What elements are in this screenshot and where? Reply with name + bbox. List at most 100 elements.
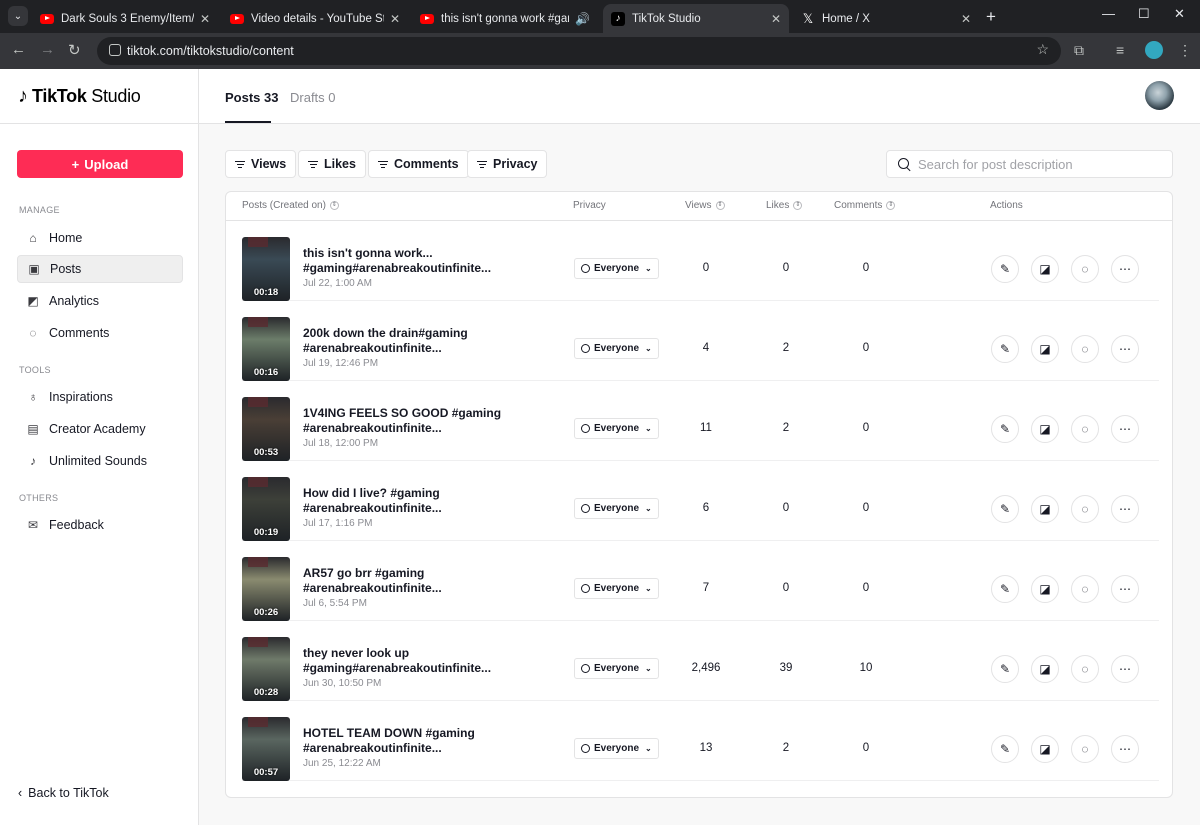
close-tab-icon[interactable]: ✕ [390,12,400,26]
comment-bubble-icon[interactable]: ◌ [1071,655,1099,683]
sidebar-item-feedback[interactable]: ✉ Feedback [17,511,183,539]
forward-arrow-icon[interactable]: → [40,41,55,58]
analytics-chart-icon[interactable]: ◪ [1031,495,1059,523]
analytics-chart-icon[interactable]: ◪ [1031,575,1059,603]
new-tab-icon[interactable]: + [986,7,996,27]
search-input[interactable] [918,156,1163,173]
browser-profile-avatar[interactable] [1145,41,1163,59]
sidebar-item-home[interactable]: ⌂ Home [17,224,183,252]
video-thumbnail[interactable]: 00:16 [242,317,290,381]
more-options-icon[interactable]: ⋯ [1111,735,1139,763]
url-text[interactable]: tiktok.com/tiktokstudio/content [127,44,294,58]
tab-drafts[interactable]: Drafts 0 [290,90,336,105]
tab-search-dropdown-icon[interactable]: ⌄ [8,6,28,26]
post-title[interactable]: this isn't gonna work... #gaming#arenabr… [303,246,503,275]
upload-button[interactable]: + Upload [17,150,183,178]
reload-icon[interactable]: ↻ [68,41,81,59]
more-options-icon[interactable]: ⋯ [1111,575,1139,603]
site-info-icon[interactable] [109,44,121,56]
sidebar-item-analytics[interactable]: ◩ Analytics [17,287,183,315]
post-title[interactable]: 200k down the drain#gaming #arenabreakou… [303,326,503,355]
filter-likes-button[interactable]: Likes [298,150,366,178]
bookmark-star-icon[interactable]: ☆ [1036,41,1049,58]
edit-pencil-icon[interactable]: ✎ [991,255,1019,283]
browser-tab-5[interactable]: 𝕏 Home / X ✕ [793,4,979,33]
comment-bubble-icon[interactable]: ◌ [1071,415,1099,443]
back-arrow-icon[interactable]: ← [11,41,26,58]
analytics-chart-icon[interactable]: ◪ [1031,735,1059,763]
post-title[interactable]: they never look up #gaming#arenabreakout… [303,646,503,675]
browser-tab-2[interactable]: Video details - YouTube Studio ✕ [222,4,408,33]
filter-comments-button[interactable]: Comments [368,150,469,178]
sidebar-item-posts[interactable]: ▣ Posts [17,255,183,283]
extensions-icon[interactable]: ⧉ [1074,42,1084,59]
table-row[interactable]: 00:57 HOTEL TEAM DOWN #gaming #arenabreak… [242,701,1159,781]
browser-menu-icon[interactable]: ⋮ [1178,42,1192,59]
edit-pencil-icon[interactable]: ✎ [991,495,1019,523]
edit-pencil-icon[interactable]: ✎ [991,415,1019,443]
tiktok-studio-logo[interactable]: ♪ TikTok Studio [18,85,141,108]
close-tab-icon[interactable]: ✕ [200,12,210,26]
post-title[interactable]: AR57 go brr #gaming #arenabreakoutinfini… [303,566,503,595]
table-row[interactable]: 00:19 How did I live? #gaming #arenabreak… [242,461,1159,541]
analytics-chart-icon[interactable]: ◪ [1031,415,1059,443]
sidebar-item-inspirations[interactable]: ♁ Inspirations [17,383,183,411]
tab-posts[interactable]: Posts 33 [225,90,278,105]
browser-tab-1[interactable]: Dark Souls 3 Enemy/Item/Fog Gate ✕ [32,4,218,33]
filter-privacy-button[interactable]: Privacy [467,150,548,178]
sidebar-item-unlimited-sounds[interactable]: ♪ Unlimited Sounds [17,447,183,475]
comment-bubble-icon[interactable]: ◌ [1071,335,1099,363]
column-header-comments[interactable]: Comments ⇕ [834,200,896,211]
video-thumbnail[interactable]: 00:57 [242,717,290,781]
edit-pencil-icon[interactable]: ✎ [991,335,1019,363]
column-header-posts[interactable]: Posts (Created on) ⇕ [242,200,339,211]
more-options-icon[interactable]: ⋯ [1111,655,1139,683]
comment-bubble-icon[interactable]: ◌ [1071,495,1099,523]
privacy-dropdown[interactable]: Everyone ⌄ [574,578,659,599]
media-controls-icon[interactable]: ≡ [1116,42,1124,58]
sidebar-item-creator-academy[interactable]: ▤ Creator Academy [17,415,183,443]
more-options-icon[interactable]: ⋯ [1111,495,1139,523]
more-options-icon[interactable]: ⋯ [1111,335,1139,363]
table-row[interactable]: 00:16 200k down the drain#gaming #arenabr… [242,301,1159,381]
filter-views-button[interactable]: Views [225,150,297,178]
more-options-icon[interactable]: ⋯ [1111,415,1139,443]
privacy-dropdown[interactable]: Everyone ⌄ [574,418,659,439]
edit-pencil-icon[interactable]: ✎ [991,735,1019,763]
close-tab-icon[interactable]: ✕ [771,12,781,26]
column-header-likes[interactable]: Likes ⇕ [766,200,803,211]
more-options-icon[interactable]: ⋯ [1111,255,1139,283]
comment-bubble-icon[interactable]: ◌ [1071,735,1099,763]
video-thumbnail[interactable]: 00:28 [242,637,290,701]
address-bar[interactable]: tiktok.com/tiktokstudio/content ☆ [97,37,1061,65]
close-window-icon[interactable]: ✕ [1174,6,1185,22]
maximize-icon[interactable]: ☐ [1138,6,1150,22]
table-row[interactable]: 00:28 they never look up #gaming#arenabre… [242,621,1159,701]
video-thumbnail[interactable]: 00:53 [242,397,290,461]
privacy-dropdown[interactable]: Everyone ⌄ [574,258,659,279]
analytics-chart-icon[interactable]: ◪ [1031,335,1059,363]
sidebar-item-comments[interactable]: ◌ Comments [17,319,183,347]
privacy-dropdown[interactable]: Everyone ⌄ [574,498,659,519]
analytics-chart-icon[interactable]: ◪ [1031,655,1059,683]
back-to-tiktok-link[interactable]: ‹ Back to TikTok [18,786,109,800]
minimize-icon[interactable]: — [1102,6,1115,21]
user-avatar[interactable] [1145,81,1174,110]
video-thumbnail[interactable]: 00:26 [242,557,290,621]
video-thumbnail[interactable]: 00:19 [242,477,290,541]
column-header-views[interactable]: Views ⇕ [685,200,725,211]
post-title[interactable]: How did I live? #gaming #arenabreakoutin… [303,486,503,515]
browser-tab-3[interactable]: this isn't gonna work #gaming 🔊 [412,4,598,33]
edit-pencil-icon[interactable]: ✎ [991,575,1019,603]
table-row[interactable]: 00:18 this isn't gonna work... #gaming#ar… [242,221,1159,301]
speaker-icon[interactable]: 🔊 [575,12,590,26]
post-title[interactable]: HOTEL TEAM DOWN #gaming #arenabreakoutin… [303,726,503,755]
privacy-dropdown[interactable]: Everyone ⌄ [574,738,659,759]
browser-tab-4[interactable]: ♪ TikTok Studio ✕ [603,4,789,33]
table-row[interactable]: 00:26 AR57 go brr #gaming #arenabreakouti… [242,541,1159,621]
privacy-dropdown[interactable]: Everyone ⌄ [574,658,659,679]
analytics-chart-icon[interactable]: ◪ [1031,255,1059,283]
post-title[interactable]: 1V4ING FEELS SO GOOD #gaming #arenabreak… [303,406,503,435]
edit-pencil-icon[interactable]: ✎ [991,655,1019,683]
privacy-dropdown[interactable]: Everyone ⌄ [574,338,659,359]
